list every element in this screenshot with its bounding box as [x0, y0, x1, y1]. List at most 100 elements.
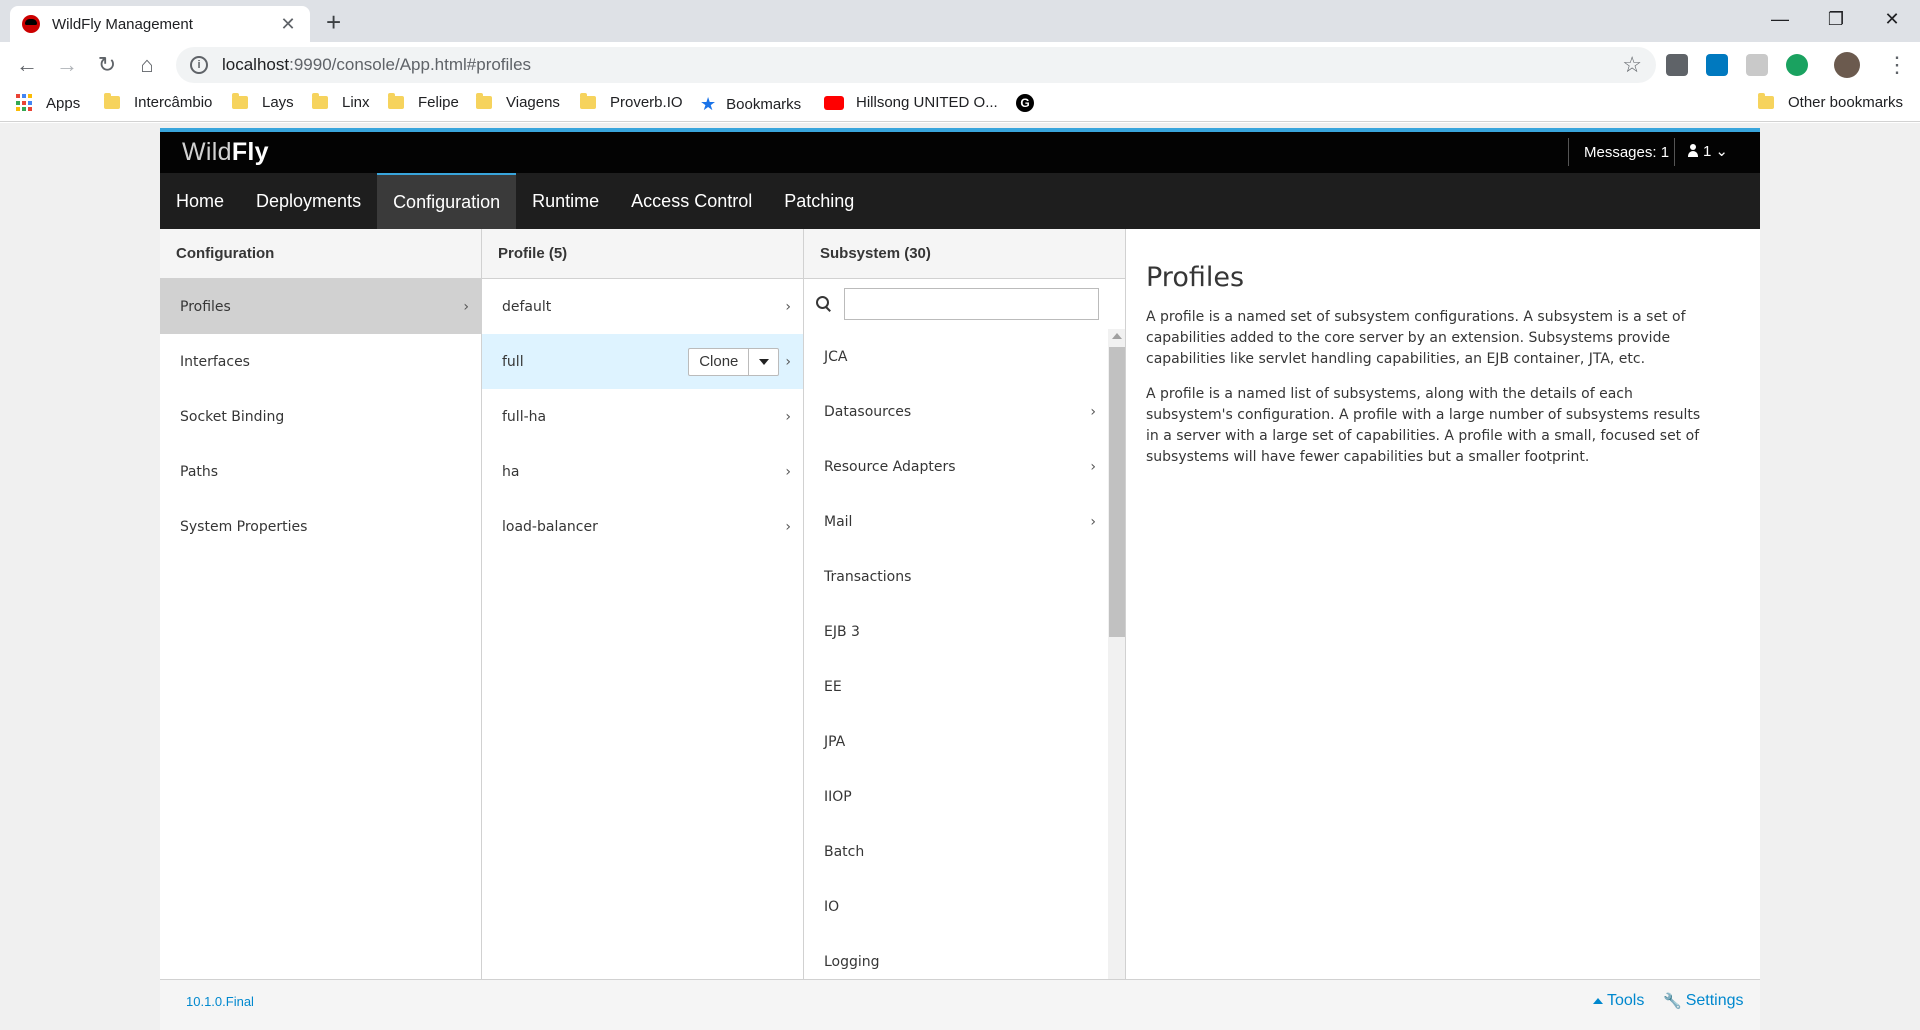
- user-icon: [1687, 144, 1699, 158]
- forward-arrow-icon[interactable]: →: [52, 50, 82, 80]
- scroll-up-icon[interactable]: [1112, 333, 1122, 339]
- bookmark-folder[interactable]: Lays: [232, 93, 294, 111]
- config-item-paths[interactable]: Paths: [160, 444, 481, 499]
- nav-deployments[interactable]: Deployments: [240, 173, 377, 229]
- subsystem-item-ee[interactable]: EE: [804, 659, 1108, 714]
- wildfly-console: WildFly Messages: 1 1 ⌄ Home Deployments…: [160, 128, 1760, 1030]
- settings-link[interactable]: 🔧 Settings: [1663, 992, 1744, 1010]
- youtube-icon: [824, 95, 844, 110]
- extension-m-icon[interactable]: [1746, 54, 1768, 76]
- browser-tabstrip: WildFly Management ✕ + — ❐ ✕: [0, 0, 1920, 42]
- clone-dropdown-toggle[interactable]: [749, 347, 780, 376]
- star-icon: ★: [700, 94, 717, 114]
- masthead: WildFly Messages: 1 1 ⌄: [160, 132, 1760, 173]
- header-divider: [1674, 138, 1675, 166]
- subsystem-item-ejb3[interactable]: EJB 3: [804, 604, 1108, 659]
- profile-item-load-balancer[interactable]: load-balancer ›: [482, 499, 803, 554]
- folder-icon: [104, 93, 120, 109]
- bookmark-folder[interactable]: Proverb.IO: [580, 93, 683, 111]
- subsystem-item-iiop[interactable]: IIOP: [804, 769, 1108, 824]
- bookmark-folder[interactable]: Felipe: [388, 93, 459, 111]
- profile-item-default[interactable]: default ›: [482, 279, 803, 334]
- nav-runtime[interactable]: Runtime: [516, 173, 615, 229]
- browser-tab[interactable]: WildFly Management ✕: [10, 6, 310, 42]
- back-arrow-icon[interactable]: ←: [12, 50, 42, 80]
- maximize-button[interactable]: ❐: [1808, 0, 1864, 38]
- version-link[interactable]: 10.1.0.Final: [186, 994, 254, 1009]
- nav-patching[interactable]: Patching: [768, 173, 870, 229]
- search-icon: [816, 296, 832, 312]
- help-panel: Profiles A profile is a named set of sub…: [1146, 248, 1706, 468]
- bookmark-google[interactable]: G: [1016, 94, 1034, 112]
- wildfly-favicon-icon: [22, 15, 40, 33]
- address-bar[interactable]: i localhost:9990/console/App.html#profil…: [176, 47, 1656, 83]
- chevron-right-icon: ›: [785, 463, 791, 480]
- bookmark-folder[interactable]: Intercâmbio: [104, 93, 212, 111]
- config-item-socket-binding[interactable]: Socket Binding: [160, 389, 481, 444]
- subsystem-item-datasources[interactable]: Datasources ›: [804, 384, 1108, 439]
- trello-icon[interactable]: [1706, 54, 1728, 76]
- apps-grid-icon: [16, 94, 34, 112]
- user-menu[interactable]: 1 ⌄: [1687, 142, 1728, 160]
- bookmark-apps[interactable]: Apps: [16, 94, 80, 112]
- profile-avatar[interactable]: [1834, 52, 1860, 78]
- subsystem-scrollbar[interactable]: [1108, 329, 1125, 979]
- bookmark-folder[interactable]: Viagens: [476, 93, 560, 111]
- nav-configuration[interactable]: Configuration: [377, 173, 517, 229]
- subsystem-item-logging[interactable]: Logging: [804, 934, 1108, 979]
- chevron-right-icon: ›: [785, 298, 791, 315]
- subsystem-item-mail[interactable]: Mail ›: [804, 494, 1108, 549]
- bookmark-star[interactable]: ★ Bookmarks: [700, 94, 801, 115]
- nav-access-control[interactable]: Access Control: [615, 173, 768, 229]
- url-text[interactable]: localhost:9990/console/App.html#profiles: [222, 55, 1622, 75]
- configuration-column-header: Configuration: [160, 229, 481, 279]
- minimize-button[interactable]: —: [1752, 0, 1808, 38]
- chevron-right-icon: ›: [1090, 513, 1096, 530]
- header-divider: [1568, 138, 1569, 166]
- subsystem-filter: [804, 279, 1125, 329]
- main-nav: Home Deployments Configuration Runtime A…: [160, 173, 1760, 229]
- window-close-button[interactable]: ✕: [1864, 0, 1920, 38]
- help-paragraph: A profile is a named list of subsystems,…: [1146, 386, 1701, 465]
- bookmark-star-icon[interactable]: ☆: [1622, 52, 1642, 78]
- wildfly-logo[interactable]: WildFly: [182, 138, 269, 167]
- subsystem-item-jpa[interactable]: JPA: [804, 714, 1108, 769]
- tab-close-icon[interactable]: ✕: [278, 14, 298, 35]
- subsystem-item-resource-adapters[interactable]: Resource Adapters ›: [804, 439, 1108, 494]
- new-tab-button[interactable]: +: [326, 7, 341, 38]
- subsystem-filter-input[interactable]: [844, 288, 1099, 320]
- home-icon[interactable]: ⌂: [132, 50, 162, 80]
- scrollbar-thumb[interactable]: [1109, 347, 1125, 637]
- subsystem-column: Subsystem (30) JCA Datasources › Resource…: [804, 229, 1126, 979]
- profile-item-full[interactable]: full Clone ›: [482, 334, 803, 389]
- clone-button[interactable]: Clone: [688, 347, 750, 376]
- bookmark-folder[interactable]: Linx: [312, 93, 370, 111]
- other-bookmarks[interactable]: Other bookmarks: [1758, 93, 1903, 111]
- config-item-interfaces[interactable]: Interfaces: [160, 334, 481, 389]
- extension-icon[interactable]: [1666, 54, 1688, 76]
- chevron-down-icon: ⌄: [1715, 143, 1728, 160]
- bookmark-youtube[interactable]: Hillsong UNITED O...: [824, 94, 998, 111]
- profile-item-full-ha[interactable]: full-ha ›: [482, 389, 803, 444]
- config-item-profiles[interactable]: Profiles ›: [160, 279, 481, 334]
- chrome-menu-icon[interactable]: ⋮: [1882, 50, 1912, 80]
- clone-button-group: Clone: [688, 347, 780, 376]
- wrench-icon: 🔧: [1663, 993, 1682, 1010]
- folder-icon: [388, 93, 404, 109]
- profile-item-ha[interactable]: ha ›: [482, 444, 803, 499]
- profile-column: Profile (5) default › full Clone › full-h…: [482, 229, 804, 979]
- subsystem-item-jca[interactable]: JCA: [804, 329, 1108, 384]
- subsystem-item-io[interactable]: IO: [804, 879, 1108, 934]
- config-item-system-properties[interactable]: System Properties: [160, 499, 481, 554]
- google-g-icon: G: [1016, 94, 1034, 112]
- tools-link[interactable]: Tools: [1593, 992, 1644, 1010]
- messages-link[interactable]: Messages: 1: [1584, 144, 1669, 161]
- nav-home[interactable]: Home: [160, 173, 240, 229]
- extension-green-icon[interactable]: [1786, 54, 1808, 76]
- folder-icon: [232, 93, 248, 109]
- subsystem-item-batch[interactable]: Batch: [804, 824, 1108, 879]
- subsystem-item-transactions[interactable]: Transactions: [804, 549, 1108, 604]
- chevron-right-icon: ›: [1090, 458, 1096, 475]
- site-info-icon[interactable]: i: [190, 56, 208, 74]
- reload-icon[interactable]: ↻: [92, 50, 122, 80]
